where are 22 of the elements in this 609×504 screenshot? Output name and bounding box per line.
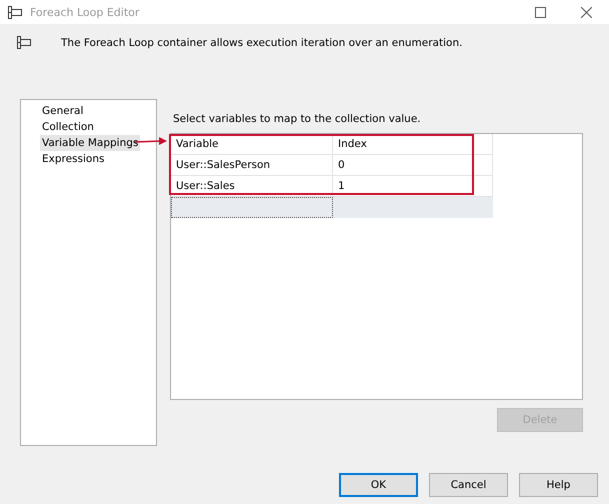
new-row-cell[interactable] [333,197,493,218]
dialog-button[interactable]: Cancel [429,473,508,497]
column-header: Variable [171,134,333,155]
table-cell: User::Sales [171,176,333,197]
dialog-button[interactable]: OK [339,473,418,497]
table-cell: 1 [333,176,493,197]
new-row-cell[interactable] [171,197,333,218]
window-title: Foreach Loop Editor [30,6,140,18]
page-list-item[interactable]: Expressions [40,151,106,167]
close-icon [580,6,592,18]
page-list-item[interactable]: Collection [40,119,96,135]
maximize-icon [534,6,546,18]
dialog-button[interactable]: Help [519,473,598,497]
container-icon [17,36,31,49]
table-cell: User::SalesPerson [171,155,333,176]
description-text: The Foreach Loop container allows execution iteration over an enumeration. [61,36,462,49]
page-list-item[interactable]: Variable Mappings [40,135,140,151]
column-header: Index [333,134,493,155]
page-list-item[interactable]: General [40,103,86,119]
container-icon [8,6,22,18]
table-cell: 0 [333,155,493,176]
instruction-text: Select variables to map to the collection value. [173,113,422,127]
